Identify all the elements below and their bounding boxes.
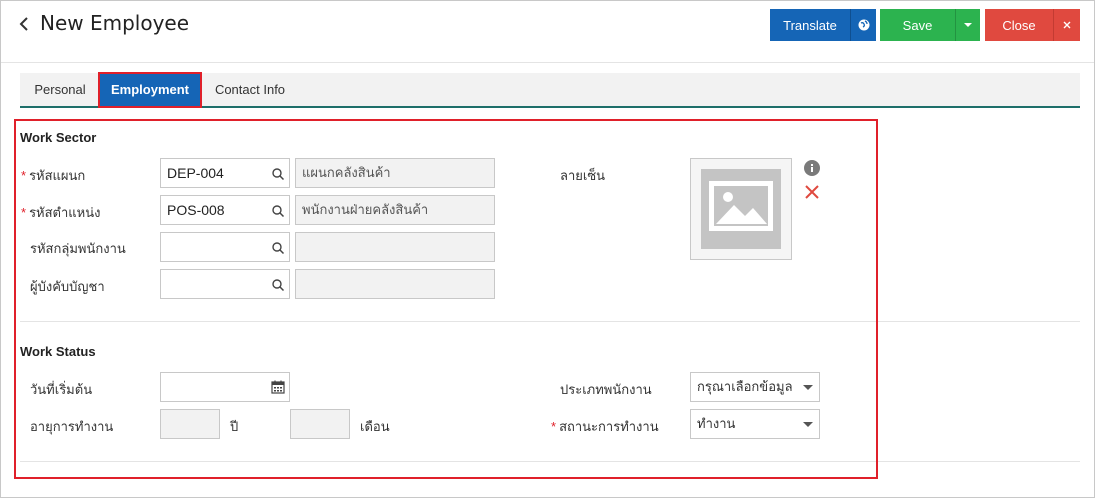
- save-dropdown-caret-icon[interactable]: [955, 9, 980, 41]
- save-button[interactable]: Save: [880, 9, 955, 41]
- department-code-label: * รหัสแผนก: [21, 168, 86, 183]
- chevron-down-icon: [803, 385, 813, 390]
- start-date-label: วันที่เริ่มต้น: [30, 382, 93, 397]
- close-button[interactable]: Close: [985, 9, 1053, 41]
- calendar-icon[interactable]: [271, 380, 285, 394]
- image-placeholder-icon: [701, 169, 781, 249]
- chevron-down-icon: [803, 422, 813, 427]
- translate-button[interactable]: Translate: [770, 9, 850, 41]
- signature-image-placeholder[interactable]: [690, 158, 792, 260]
- employment-status-select[interactable]: ทำงาน: [690, 409, 820, 439]
- supervisor-name-field: [295, 269, 495, 299]
- employee-group-code-input[interactable]: [160, 232, 290, 262]
- info-icon[interactable]: [804, 160, 820, 176]
- department-name-field: แผนกคลังสินค้า: [295, 158, 495, 188]
- start-date-input[interactable]: [160, 372, 290, 402]
- section-title-work-status: Work Status: [20, 344, 96, 359]
- employee-group-name-field: [295, 232, 495, 262]
- page-title: New Employee: [40, 11, 190, 35]
- tab-employment[interactable]: Employment: [100, 73, 200, 106]
- employee-group-code-label: รหัสกลุ่มพนักงาน: [30, 241, 126, 256]
- employee-type-label: ประเภทพนักงาน: [560, 382, 652, 397]
- tab-bar: Personal Employment Contact Info: [20, 73, 1080, 108]
- section-divider: [20, 321, 1080, 322]
- search-icon[interactable]: [271, 204, 285, 218]
- tab-personal[interactable]: Personal: [20, 73, 100, 106]
- position-name-field: พนักงานฝ่ายคลังสินค้า: [295, 195, 495, 225]
- section-title-work-sector: Work Sector: [20, 130, 97, 145]
- employee-type-select[interactable]: กรุณาเลือกข้อมูล: [690, 372, 820, 402]
- back-chevron-icon[interactable]: [17, 14, 33, 34]
- supervisor-label: ผู้บังคับบัญชา: [30, 279, 105, 294]
- search-icon[interactable]: [271, 167, 285, 181]
- service-years-field: [160, 409, 220, 439]
- position-code-label: * รหัสตำแหน่ง: [21, 205, 101, 220]
- tab-contact-info[interactable]: Contact Info: [200, 73, 300, 106]
- position-code-input[interactable]: POS-008: [160, 195, 290, 225]
- search-icon[interactable]: [271, 241, 285, 255]
- employment-status-label: * สถานะการทำงาน: [551, 419, 659, 434]
- months-unit-label: เดือน: [360, 419, 390, 434]
- header-divider: [1, 62, 1094, 63]
- years-unit-label: ปี: [230, 419, 239, 434]
- service-age-label: อายุการทำงาน: [30, 419, 114, 434]
- section-divider: [20, 461, 1080, 462]
- signature-label: ลายเซ็น: [560, 168, 606, 183]
- globe-icon[interactable]: [850, 9, 876, 41]
- close-x-icon[interactable]: [1053, 9, 1080, 41]
- supervisor-input[interactable]: [160, 269, 290, 299]
- search-icon[interactable]: [271, 278, 285, 292]
- remove-x-icon[interactable]: [805, 185, 819, 199]
- department-code-input[interactable]: DEP-004: [160, 158, 290, 188]
- service-months-field: [290, 409, 350, 439]
